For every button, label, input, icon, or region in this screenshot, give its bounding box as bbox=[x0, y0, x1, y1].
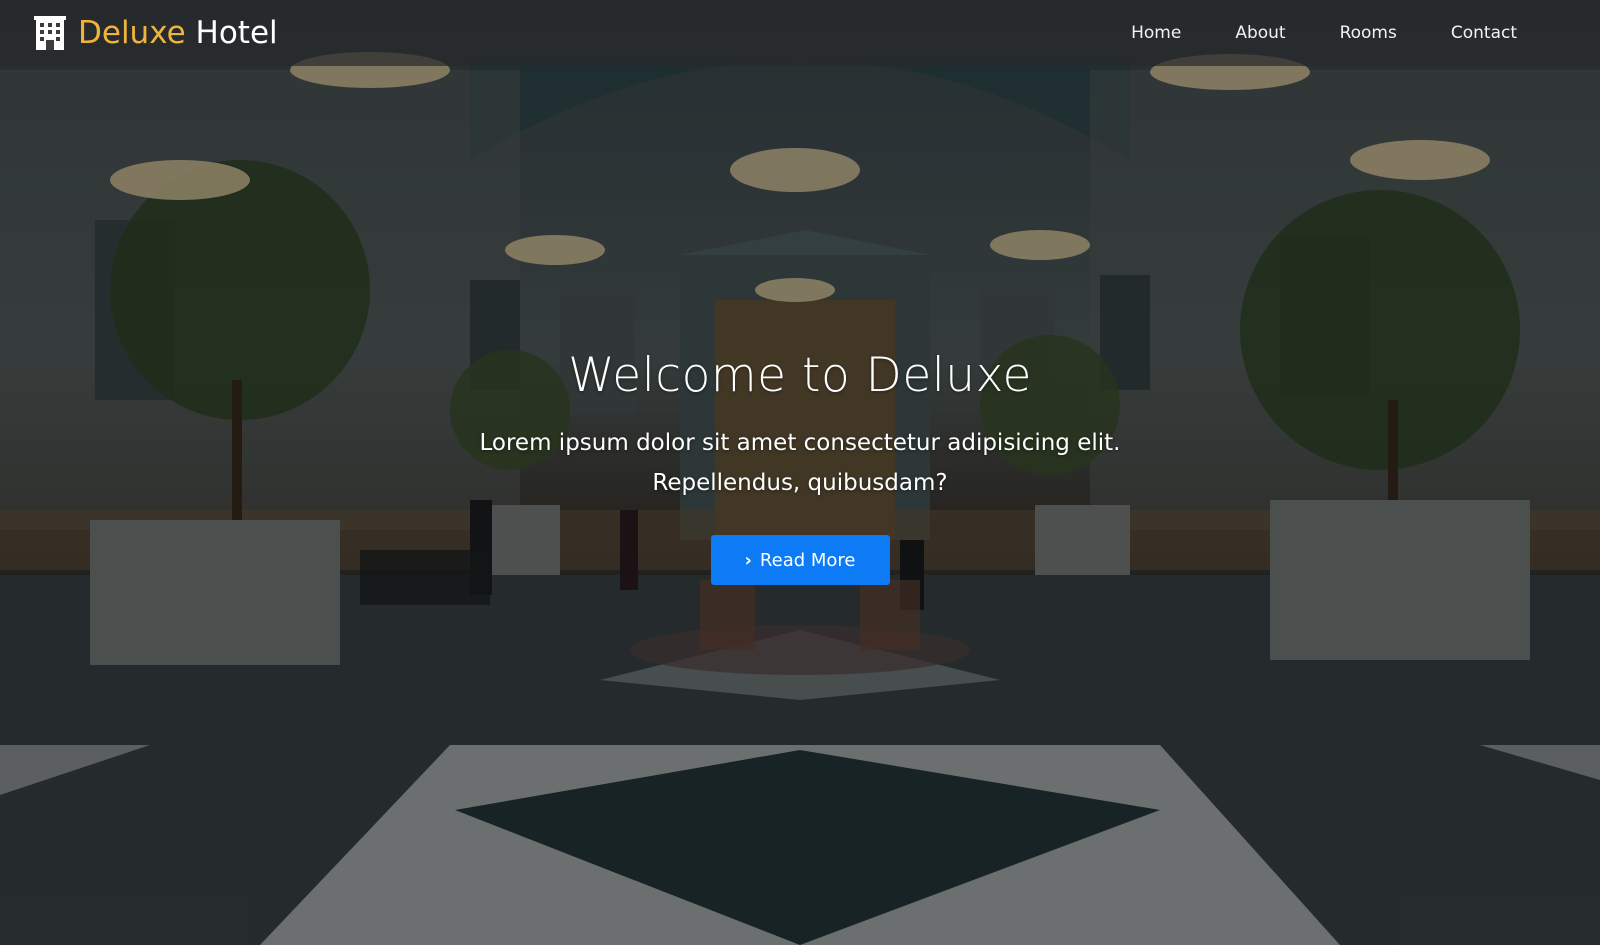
read-more-button[interactable]: › Read More bbox=[710, 535, 890, 585]
brand-name-accent: Deluxe bbox=[78, 14, 186, 51]
nav-link-about[interactable]: About bbox=[1208, 23, 1312, 43]
nav-link-contact[interactable]: Contact bbox=[1424, 23, 1544, 43]
nav-link-home[interactable]: Home bbox=[1104, 23, 1208, 43]
hero-subtitle-line-2: Repellendus, quibusdam? bbox=[652, 470, 948, 496]
chevron-right-icon: › bbox=[744, 549, 752, 571]
top-navbar: Deluxe Hotel Home About Rooms Contact bbox=[0, 0, 1600, 66]
brand-name-rest: Hotel bbox=[195, 14, 278, 51]
brand-logo[interactable]: Deluxe Hotel bbox=[32, 15, 278, 51]
nav-link-rooms[interactable]: Rooms bbox=[1313, 23, 1424, 43]
brand-name: Deluxe Hotel bbox=[78, 14, 278, 51]
hotel-building-icon bbox=[34, 16, 66, 50]
hero-subtitle-line-1: Lorem ipsum dolor sit amet consectetur a… bbox=[479, 430, 1121, 456]
read-more-label: Read More bbox=[759, 549, 856, 571]
hero-section: Welcome to Deluxe Lorem ipsum dolor sit … bbox=[0, 348, 1600, 585]
nav-links: Home About Rooms Contact bbox=[1104, 23, 1568, 43]
hero-title: Welcome to Deluxe bbox=[568, 348, 1032, 403]
hero-subtitle: Lorem ipsum dolor sit amet consectetur a… bbox=[0, 423, 1600, 503]
